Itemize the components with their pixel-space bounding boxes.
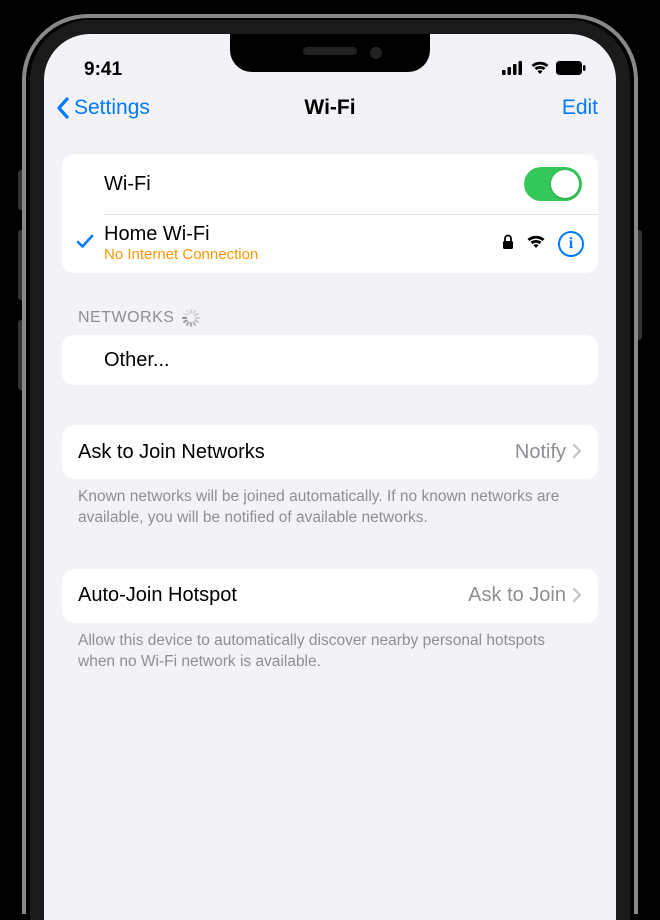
chevron-left-icon <box>54 96 70 120</box>
networks-header-label: NETWORKS <box>78 309 174 327</box>
network-status: No Internet Connection <box>104 246 258 263</box>
back-button[interactable]: Settings <box>54 96 150 120</box>
ask-to-join-label: Ask to Join Networks <box>78 441 515 464</box>
chevron-right-icon <box>572 438 582 466</box>
auto-join-group: Auto-Join Hotspot Ask to Join <box>62 569 598 623</box>
auto-join-label: Auto-Join Hotspot <box>78 584 468 607</box>
other-label: Other... <box>104 349 582 372</box>
ask-to-join-row[interactable]: Ask to Join Networks Notify <box>62 425 598 479</box>
device-notch <box>230 34 430 72</box>
checkmark-icon <box>76 230 94 256</box>
connected-network-row[interactable]: Home Wi-Fi No Internet Connection i <box>62 215 598 273</box>
other-networks-group: Other... <box>62 335 598 385</box>
navigation-bar: Settings Wi-Fi Edit <box>44 90 616 130</box>
network-name: Home Wi-Fi <box>104 223 258 246</box>
spinner-icon <box>182 309 200 327</box>
back-label: Settings <box>74 96 150 120</box>
ask-to-join-group: Ask to Join Networks Notify <box>62 425 598 479</box>
edit-button[interactable]: Edit <box>562 96 598 120</box>
ask-to-join-footer: Known networks will be joined automatica… <box>62 479 598 529</box>
auto-join-value: Ask to Join <box>468 584 566 607</box>
auto-join-footer: Allow this device to automatically disco… <box>62 623 598 673</box>
wifi-toggle-row: Wi-Fi <box>62 154 598 214</box>
wifi-toggle-group: Wi-Fi Home Wi-Fi No Internet Connection <box>62 154 598 273</box>
wifi-toggle-label: Wi-Fi <box>104 173 524 196</box>
lock-icon <box>502 234 514 255</box>
other-network-row[interactable]: Other... <box>62 335 598 385</box>
battery-icon <box>556 61 586 80</box>
ask-to-join-value: Notify <box>515 441 566 464</box>
page-title: Wi-Fi <box>304 96 355 120</box>
networks-section-header: NETWORKS <box>62 273 598 335</box>
status-time: 9:41 <box>84 59 122 81</box>
info-icon[interactable]: i <box>558 231 584 257</box>
cellular-signal-icon <box>502 61 524 80</box>
wifi-icon <box>530 61 550 80</box>
chevron-right-icon <box>572 582 582 610</box>
auto-join-row[interactable]: Auto-Join Hotspot Ask to Join <box>62 569 598 623</box>
phone-screen: 9:41 Settings Wi-Fi Edit Wi-Fi <box>30 20 630 920</box>
wifi-signal-icon <box>526 235 546 254</box>
wifi-toggle-switch[interactable] <box>524 167 582 201</box>
